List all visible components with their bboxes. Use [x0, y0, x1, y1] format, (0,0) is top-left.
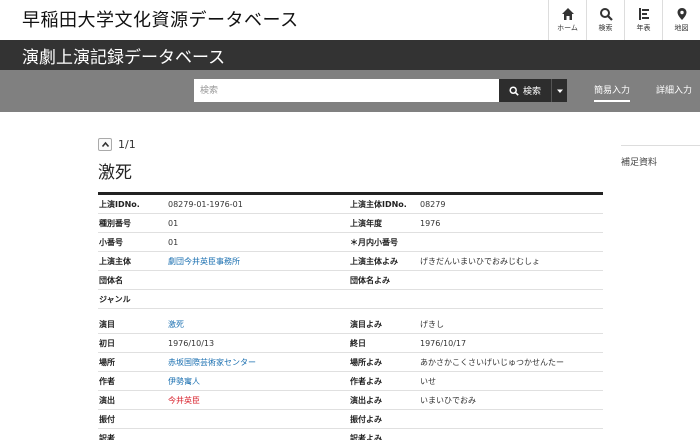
field-label: 演出	[99, 395, 115, 405]
pager: 1/1	[98, 138, 136, 151]
field-label: 小番号	[99, 237, 123, 247]
table-row: 訳者 訳者よみ	[98, 429, 603, 440]
field-label: 終日	[350, 338, 366, 348]
top-nav: ホーム 検索 年表 地図	[548, 0, 700, 40]
field-value: いせ	[420, 376, 436, 386]
field-label: 上演主体	[99, 256, 131, 266]
field-label: 訳者よみ	[350, 433, 382, 440]
field-label: 演目	[99, 319, 115, 329]
table-row: 作者 伊勢寓人 作者よみ いせ	[98, 372, 603, 391]
field-value: 1976/10/17	[420, 338, 467, 348]
field-value: あかさかこくさいげいじゅつかせんたー	[420, 357, 564, 367]
record-table: 上演IDNo. 08279-01-1976-01 上演主体IDNo. 08279 種別番…	[98, 192, 603, 440]
table-row: 演出 今井英臣 演出よみ いまいひでおみ	[98, 391, 603, 410]
search-bar: 検索 簡易入力 詳細入力	[0, 70, 700, 112]
table-row: 振付 振付よみ	[98, 410, 603, 429]
nav-home-button[interactable]: ホーム	[548, 0, 586, 40]
field-value: 01	[168, 237, 179, 247]
field-value-link[interactable]: 伊勢寓人	[168, 376, 350, 387]
search-options-dropdown[interactable]	[551, 79, 567, 102]
table-row: 演目 激死 演目よみ げきし	[98, 315, 603, 334]
field-label: 作者	[99, 376, 115, 386]
database-title[interactable]: 演劇上演記録データベース	[22, 43, 225, 68]
field-value: げきし	[420, 319, 444, 329]
field-value: 1976	[420, 218, 441, 228]
site-title[interactable]: 早稲田大学文化資源データベース	[22, 6, 299, 32]
table-row: 初日 1976/10/13 終日 1976/10/17	[98, 334, 603, 353]
field-label: 振付	[99, 414, 115, 424]
field-value: 01	[168, 218, 179, 228]
top-header: 早稲田大学文化資源データベース ホーム 検索 年表 地図	[0, 0, 700, 40]
field-label: 上演主体よみ	[350, 256, 398, 266]
field-value-link[interactable]: 激死	[168, 319, 350, 330]
field-label: ジャンル	[99, 294, 131, 304]
table-row: 場所 赤坂国際芸術家センター 場所よみ あかさかこくさいげいじゅつかせんたー	[98, 353, 603, 372]
field-label: 場所	[99, 357, 115, 367]
chevron-up-icon	[101, 141, 109, 148]
nav-search-label: 検索	[598, 24, 613, 32]
nav-map-label: 地図	[674, 24, 689, 32]
nav-search-button[interactable]: 検索	[586, 0, 624, 40]
search-button-label: 検索	[522, 87, 541, 97]
sidebar-divider	[621, 145, 700, 146]
tab-simple-input[interactable]: 簡易入力	[594, 83, 631, 102]
field-label: 団体名よみ	[350, 275, 390, 285]
search-input[interactable]	[194, 79, 499, 102]
table-row: 上演IDNo. 08279-01-1976-01 上演主体IDNo. 08279	[98, 195, 603, 214]
field-value-link[interactable]: 今井英臣	[168, 395, 350, 406]
search-button[interactable]: 検索	[499, 79, 551, 102]
field-value: げきだんいまいひでおみじむしょ	[420, 256, 540, 266]
pager-up-button[interactable]	[98, 138, 112, 151]
field-label: 種別番号	[99, 218, 131, 228]
nav-home-label: ホーム	[557, 24, 578, 32]
table-row: 種別番号 01 上演年度 1976	[98, 214, 603, 233]
field-value: いまいひでおみ	[420, 395, 476, 405]
tab-detail-input[interactable]: 詳細入力	[656, 83, 692, 100]
table-row: ジャンル	[98, 290, 603, 309]
nav-timeline-label: 年表	[636, 24, 651, 32]
table-row: 小番号 01 ＊月内小番号	[98, 233, 603, 252]
table-row: 団体名 団体名よみ	[98, 271, 603, 290]
field-value: 08279	[420, 199, 446, 209]
pager-count: 1/1	[118, 138, 136, 151]
field-label: 演目よみ	[350, 319, 382, 329]
field-label: 団体名	[99, 275, 123, 285]
field-label: 場所よみ	[350, 357, 382, 367]
nav-timeline-button[interactable]: 年表	[624, 0, 662, 40]
field-value-link[interactable]: 赤坂国際芸術家センター	[168, 357, 350, 368]
field-label: ＊月内小番号	[350, 237, 398, 247]
field-label: 上演主体IDNo.	[350, 199, 407, 209]
field-value: 1976/10/13	[168, 338, 215, 348]
field-label: 上演IDNo.	[99, 199, 140, 209]
field-label: 作者よみ	[350, 376, 382, 386]
nav-map-button[interactable]: 地図	[662, 0, 700, 40]
field-label: 初日	[99, 338, 115, 348]
field-value-link[interactable]: 劇団今井英臣事務所	[168, 256, 350, 267]
database-title-bar: 演劇上演記録データベース	[0, 40, 700, 70]
field-label: 訳者	[99, 433, 115, 440]
search-icon	[599, 8, 613, 21]
field-value: 08279-01-1976-01	[168, 199, 243, 209]
timeline-icon	[638, 8, 649, 20]
search-icon	[509, 85, 519, 96]
home-icon	[561, 8, 574, 20]
caret-down-icon	[556, 89, 563, 93]
field-label: 振付よみ	[350, 414, 382, 424]
field-label: 上演年度	[350, 218, 382, 228]
table-row: 上演主体 劇団今井英臣事務所 上演主体よみ げきだんいまいひでおみじむしょ	[98, 252, 603, 271]
map-pin-icon	[677, 8, 686, 20]
field-label: 演出よみ	[350, 395, 382, 405]
sidebar-supplementary-title[interactable]: 補足資料	[621, 155, 657, 168]
record-title: 激死	[98, 163, 132, 183]
